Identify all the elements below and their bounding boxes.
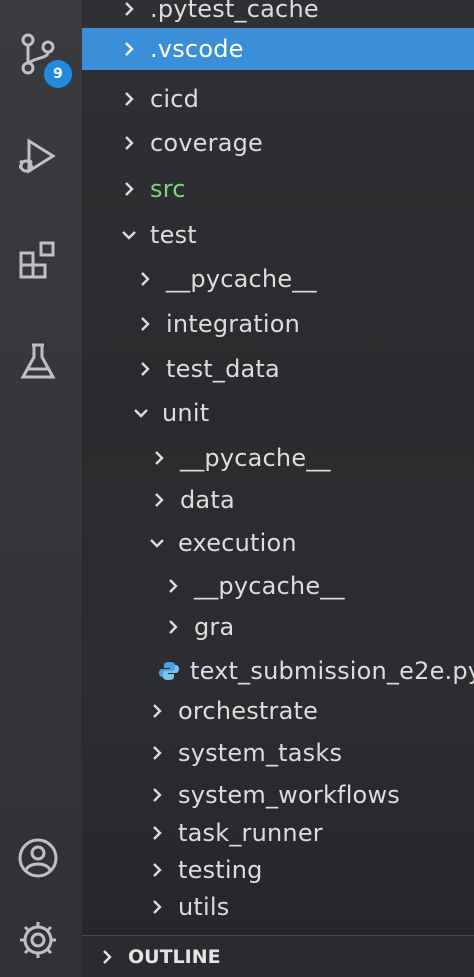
tree-item-label: orchestrate <box>178 697 319 725</box>
tree-item-label: data <box>180 486 235 514</box>
tree-folder-cicd[interactable]: cicd <box>82 78 474 120</box>
tree-folder-data[interactable]: data <box>82 479 474 521</box>
tree-folder-test-pycache[interactable]: __pycache__ <box>82 258 474 300</box>
tree-item-label: task_runner <box>178 819 323 847</box>
extensions-icon <box>19 241 55 279</box>
chevron-right-icon <box>118 178 140 200</box>
tree-folder-integration[interactable]: integration <box>82 303 474 345</box>
tree-folder-orchestrate[interactable]: orchestrate <box>82 690 474 732</box>
tree-item-label: unit <box>162 399 210 427</box>
chevron-down-icon <box>146 532 168 554</box>
tree-item-label: system_tasks <box>178 739 343 767</box>
chevron-right-icon <box>146 859 168 881</box>
tree-item-label: utils <box>178 893 230 921</box>
tree-item-label: text_submission_e2e.py <box>190 657 474 685</box>
chevron-down-icon <box>130 402 152 424</box>
chevron-right-icon <box>118 0 140 20</box>
tree-folder-gra[interactable]: gra <box>82 606 474 648</box>
run-debug-button[interactable] <box>10 128 66 184</box>
settings-gear-icon <box>20 922 56 958</box>
chevron-right-icon <box>146 700 168 722</box>
tree-folder-execution-pycache[interactable]: __pycache__ <box>82 565 474 607</box>
tree-folder-execution[interactable]: execution <box>82 522 474 564</box>
tree-item-label: gra <box>194 613 235 641</box>
chevron-right-icon <box>148 447 170 469</box>
tree-item-label: cicd <box>150 85 200 113</box>
chevron-right-icon <box>118 38 140 60</box>
tree-item-label: __pycache__ <box>180 444 331 472</box>
chevron-right-icon <box>134 313 156 335</box>
account-button[interactable] <box>10 830 66 886</box>
chevron-right-icon <box>118 132 140 154</box>
tree-item-label: .pytest_cache <box>150 0 319 23</box>
account-icon <box>18 838 58 878</box>
tree-item-label: execution <box>178 529 297 557</box>
tree-folder-coverage[interactable]: coverage <box>82 122 474 164</box>
tree-folder-utils[interactable]: utils <box>82 886 474 928</box>
tree-item-label: __pycache__ <box>166 265 317 293</box>
tree-folder-pytest-cache[interactable]: .pytest_cache <box>82 0 474 30</box>
testing-icon <box>20 343 56 379</box>
extensions-button[interactable] <box>10 232 66 288</box>
tree-folder-test[interactable]: test <box>82 214 474 256</box>
vscode-window: 9 .pytest_cache .vscode cicd coverage sr… <box>0 0 474 977</box>
chevron-right-icon <box>146 784 168 806</box>
tree-item-label: system_workflows <box>178 781 400 809</box>
tree-item-label: test <box>150 221 197 249</box>
testing-button[interactable] <box>10 334 66 390</box>
settings-button[interactable] <box>10 912 66 968</box>
chevron-right-icon <box>118 88 140 110</box>
outline-section-header[interactable]: OUTLINE <box>82 935 474 977</box>
tree-folder-testing[interactable]: testing <box>82 849 474 891</box>
scm-count-badge: 9 <box>44 60 72 88</box>
tree-item-label: integration <box>166 310 301 338</box>
chevron-right-icon <box>146 822 168 844</box>
explorer-tree: .pytest_cache .vscode cicd coverage src … <box>82 0 474 935</box>
tree-item-label: __pycache__ <box>194 572 345 600</box>
tree-item-label: testing <box>178 856 263 884</box>
python-file-icon <box>159 662 179 680</box>
tree-folder-test-data[interactable]: test_data <box>82 348 474 390</box>
chevron-right-icon <box>148 489 170 511</box>
tree-folder-task-runner[interactable]: task_runner <box>82 812 474 854</box>
tree-item-label: test_data <box>166 355 280 383</box>
run-debug-icon <box>19 138 56 174</box>
chevron-right-icon <box>146 742 168 764</box>
tree-item-label: coverage <box>150 129 264 157</box>
tree-folder-system-workflows[interactable]: system_workflows <box>82 774 474 816</box>
tree-item-label: src <box>150 175 186 203</box>
activity-bar: 9 <box>0 0 83 977</box>
source-control-button[interactable]: 9 <box>10 26 72 88</box>
chevron-right-icon <box>134 268 156 290</box>
chevron-right-icon <box>96 946 118 968</box>
chevron-right-icon <box>146 896 168 918</box>
tree-folder-unit[interactable]: unit <box>82 392 474 434</box>
tree-item-label: .vscode <box>150 35 244 63</box>
tree-folder-vscode[interactable]: .vscode <box>82 28 474 70</box>
tree-folder-src[interactable]: src <box>82 168 474 210</box>
chevron-right-icon <box>162 616 184 638</box>
outline-label: OUTLINE <box>128 946 221 968</box>
chevron-down-icon <box>118 224 140 246</box>
tree-folder-system-tasks[interactable]: system_tasks <box>82 732 474 774</box>
tree-folder-unit-pycache[interactable]: __pycache__ <box>82 437 474 479</box>
chevron-right-icon <box>134 358 156 380</box>
chevron-right-icon <box>162 575 184 597</box>
tree-file-text-submission-e2e[interactable]: text_submission_e2e.py <box>82 650 474 692</box>
